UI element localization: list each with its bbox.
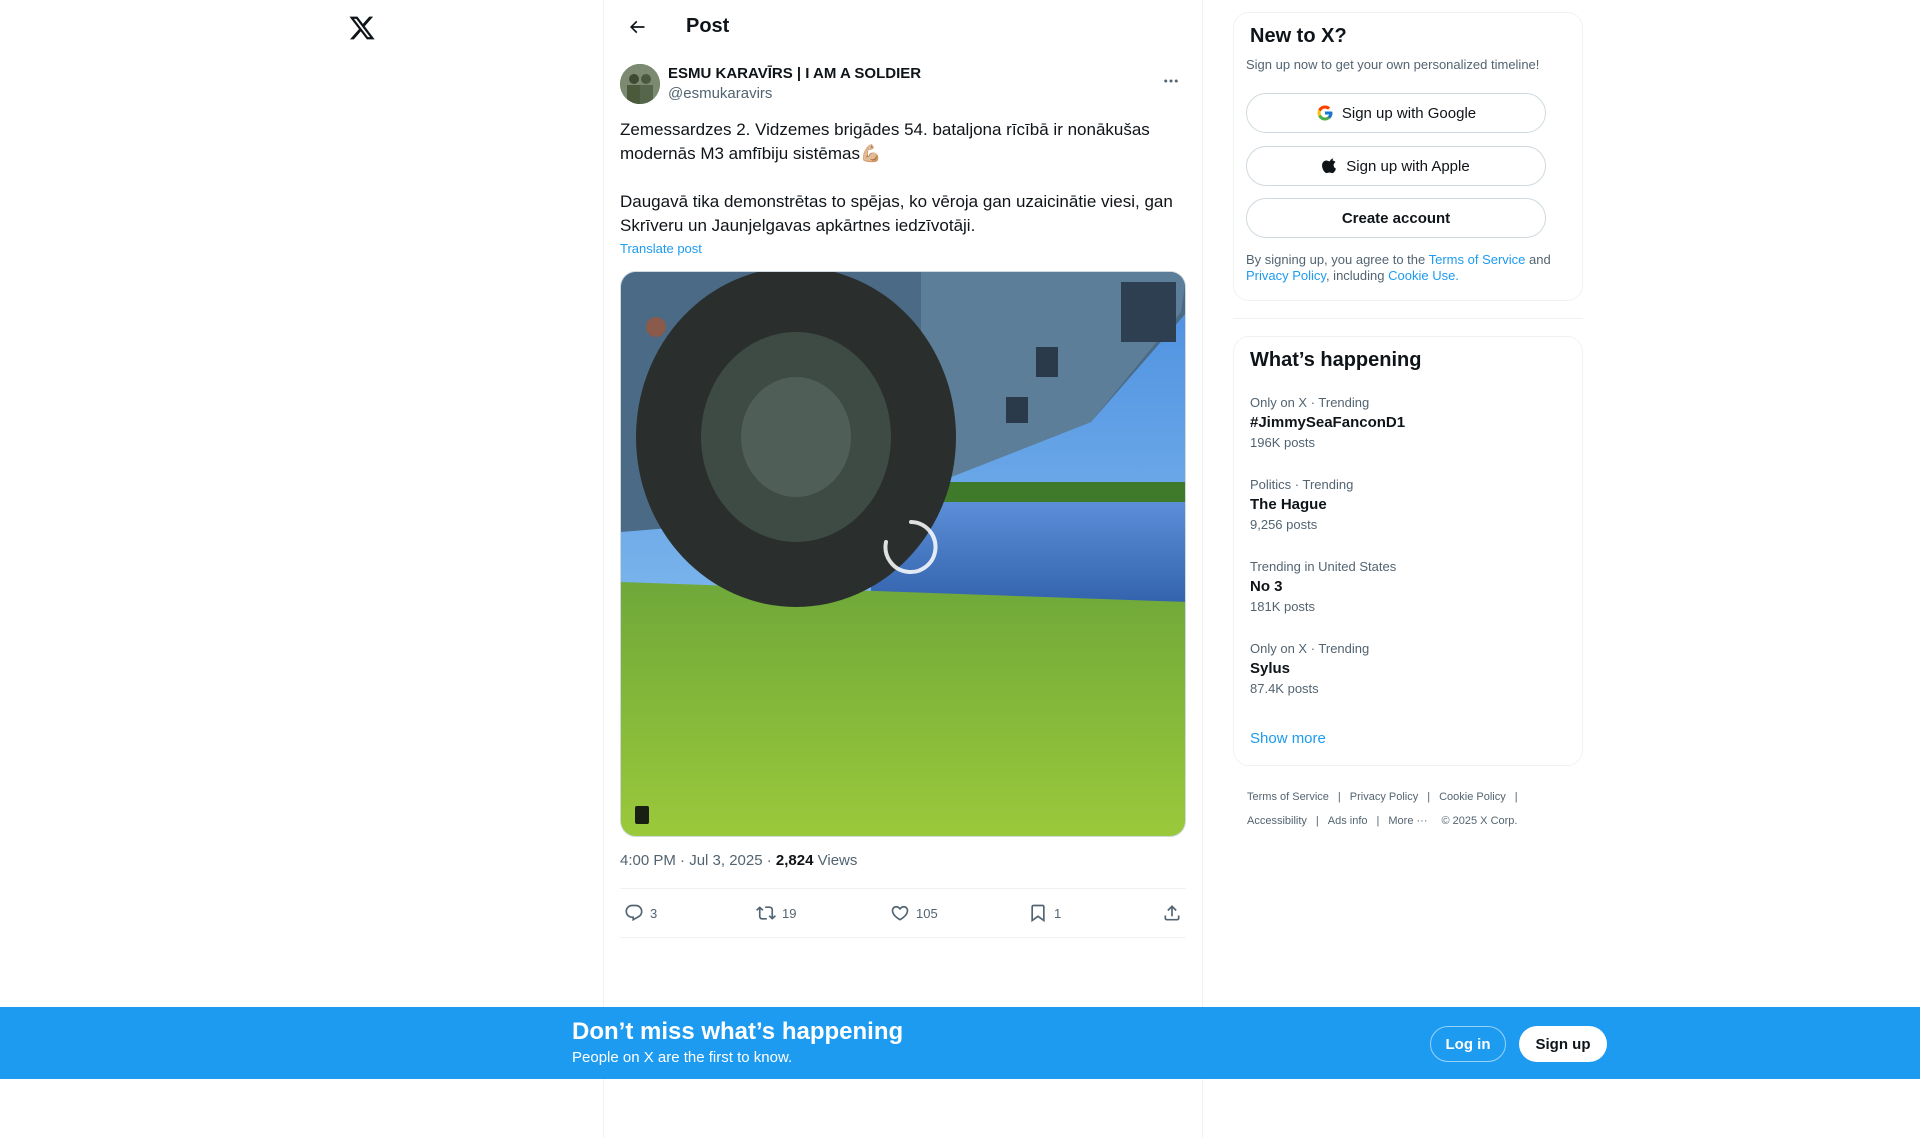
back-button[interactable] [620,10,654,44]
footer-links: Terms of Service | Privacy Policy | Cookie P… [1247,791,1518,827]
reply-button[interactable]: 3 [624,889,657,937]
views-label: Views [813,852,858,869]
more-horizontal-icon [1164,79,1178,83]
banner-subtitle: People on X are the first to know. [572,1049,793,1066]
post-header: Post [604,0,1202,53]
avatar[interactable] [620,64,660,104]
trend-item[interactable]: Only on X · Trending Sylus 87.4K posts [1250,641,1570,696]
footer-copyright: © 2025 X Corp. [1441,815,1518,827]
footer-ads-link[interactable]: Ads info [1328,815,1368,827]
x-logo-icon[interactable] [346,12,378,44]
google-icon [1317,105,1333,121]
bookmark-icon [1031,904,1045,923]
post-video[interactable] [620,271,1186,837]
post-text: Zemessardzes 2. Vidzemes brigādes 54. ba… [620,118,1188,238]
trend-item[interactable]: Trending in United States No 3 181K post… [1250,559,1570,614]
create-account-label: Create account [1341,209,1451,227]
signup-apple-button[interactable]: Sign up with Apple [1246,146,1546,186]
share-button[interactable] [1162,889,1182,937]
repost-button[interactable]: 19 [756,889,796,937]
like-count: 105 [916,905,938,921]
post-author: ESMU KARAVĪRS | I AM A SOLDIER @esmukara… [620,64,1186,108]
signup-google-label: Sign up with Google [1341,104,1477,122]
signup-button[interactable]: Sign up [1519,1026,1607,1062]
signup-subtitle: Sign up now to get your own personalized… [1246,57,1540,72]
view-count: 2,824 [775,852,814,869]
footer-accessibility-link[interactable]: Accessibility [1247,815,1307,827]
reply-count: 3 [650,905,658,921]
reply-icon [625,904,643,922]
post-meta: 4:00 PM · Jul 3, 2025 · 2,824 Views [620,852,857,869]
post-text-paragraph-2: Daugavā tika demonstrētas to spējas, ko … [620,192,1173,235]
apple-icon [1322,158,1337,174]
bookmark-button[interactable]: 1 [1028,889,1061,937]
cookie-use-link[interactable]: Cookie Use. [1388,268,1459,283]
signup-google-button[interactable]: Sign up with Google [1246,93,1546,133]
signup-title: New to X? [1250,25,1347,47]
footer-privacy-link[interactable]: Privacy Policy [1350,791,1418,803]
translate-post-link[interactable]: Translate post [620,241,702,256]
trend-item[interactable]: Only on X · Trending #JimmySeaFanconD1 1… [1250,395,1570,450]
heart-icon [891,905,909,921]
more-options-button[interactable] [1156,66,1186,96]
show-more-link[interactable]: Show more [1250,730,1326,747]
footer-more-link[interactable]: More ··· [1388,815,1427,827]
whats-happening-card: What’s happening Only on X · Trending #J… [1233,336,1583,766]
terms-link[interactable]: Terms of Service [1429,252,1526,267]
login-banner: Don’t miss what’s happening People on X … [0,1007,1920,1079]
arrow-left-icon [629,20,645,33]
bookmark-count: 1 [1054,905,1062,921]
signup-card: New to X? Sign up now to get your own pe… [1233,12,1583,301]
repost-icon [756,906,776,920]
banner-title: Don’t miss what’s happening [572,1018,904,1045]
create-account-button[interactable]: Create account [1246,198,1546,238]
trend-item[interactable]: Politics · Trending The Hague 9,256 post… [1250,477,1570,532]
page-title: Post [686,15,730,37]
login-button[interactable]: Log in [1430,1026,1506,1062]
main-column: Post ESMU KARAVĪRS | I AM A SOLDIER @esm… [603,0,1203,1138]
signup-apple-label: Sign up with Apple [1346,157,1470,175]
privacy-link[interactable]: Privacy Policy [1246,268,1326,283]
footer-terms-link[interactable]: Terms of Service [1247,791,1329,803]
author-name[interactable]: ESMU KARAVĪRS | I AM A SOLDIER [668,65,921,82]
divider [1233,318,1583,319]
post-text-paragraph-1: Zemessardzes 2. Vidzemes brigādes 54. ba… [620,120,1150,163]
footer-cookie-link[interactable]: Cookie Policy [1439,791,1506,803]
signup-legal-text: By signing up, you agree to the Terms of… [1246,252,1551,283]
author-handle[interactable]: @esmukaravirs [668,85,772,102]
post-timestamp[interactable]: 4:00 PM · Jul 3, 2025 · [620,852,776,869]
post-actions: 3 19 105 1 [620,888,1186,938]
whats-happening-title: What’s happening [1250,349,1422,371]
share-icon [1164,905,1180,921]
repost-count: 19 [782,905,797,921]
like-button[interactable]: 105 [890,889,938,937]
left-nav [0,0,603,1138]
